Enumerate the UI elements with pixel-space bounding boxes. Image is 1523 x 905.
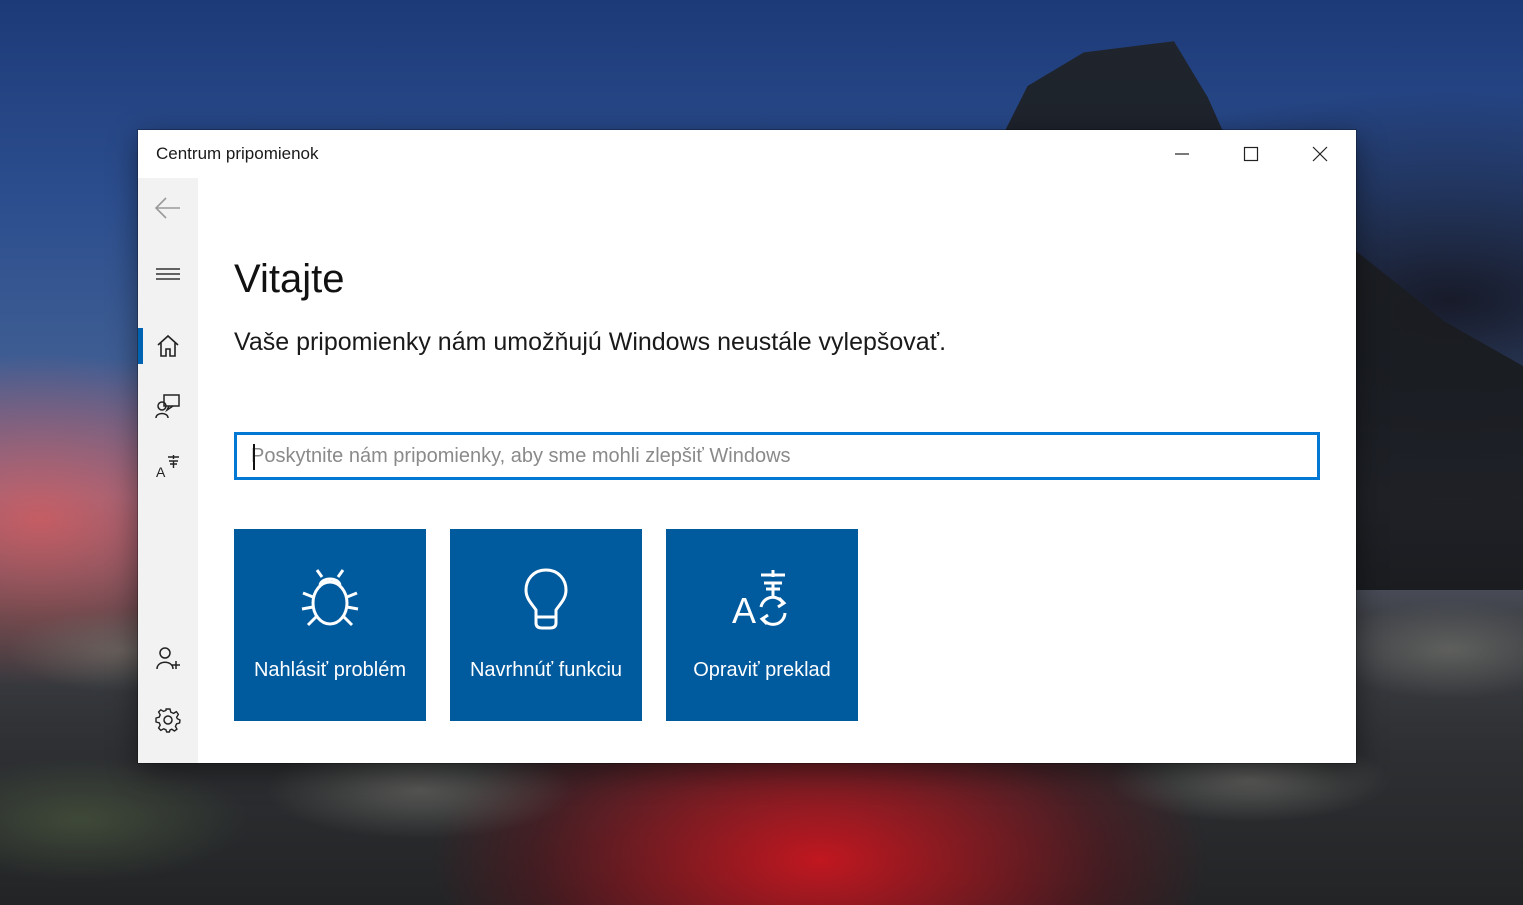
hamburger-icon — [156, 268, 180, 280]
bug-icon — [301, 569, 359, 627]
translate-icon: A — [732, 570, 787, 629]
maximize-button[interactable] — [1217, 130, 1285, 178]
lightbulb-icon — [524, 568, 568, 630]
window-title: Centrum pripomienok — [156, 144, 319, 163]
fix-translation-label: Opraviť preklad — [693, 659, 831, 681]
close-button[interactable] — [1286, 130, 1354, 178]
maximize-icon — [1243, 146, 1259, 162]
back-button[interactable] — [138, 184, 198, 232]
feedback-hub-window: Centrum pripomienok A Vitajte Vaše pripo… — [138, 130, 1356, 763]
feedback-search-box[interactable] — [234, 432, 1320, 480]
sidebar-item-home[interactable] — [138, 322, 198, 370]
sidebar-item-account[interactable] — [138, 634, 198, 682]
suggest-feature-label: Navrhnúť funkciu — [469, 659, 623, 681]
feedback-search-input[interactable] — [237, 435, 1311, 477]
feedback-icon — [155, 394, 180, 419]
navigation-sidebar: A — [138, 178, 198, 763]
sidebar-item-settings[interactable] — [138, 696, 198, 744]
hamburger-menu-button[interactable] — [138, 250, 198, 298]
minimize-button[interactable] — [1148, 130, 1216, 178]
title-bar: Centrum pripomienok — [138, 130, 1356, 178]
minimize-icon — [1175, 153, 1189, 155]
page-title: Vitajte — [234, 257, 345, 301]
close-icon — [1312, 146, 1328, 162]
home-icon — [157, 334, 179, 357]
svg-text:A: A — [732, 590, 756, 629]
fix-translation-tile[interactable]: A Opraviť preklad — [666, 529, 858, 721]
sidebar-item-translation[interactable]: A — [138, 442, 198, 490]
main-content: Vitajte Vaše pripomienky nám umožňujú Wi… — [234, 178, 1324, 763]
report-problem-label: Nahlásiť problém — [253, 659, 406, 681]
gear-icon — [155, 708, 181, 733]
translate-icon: A — [156, 455, 179, 479]
back-arrow-icon — [154, 197, 180, 219]
page-subtitle: Vaše pripomienky nám umožňujú Windows ne… — [234, 328, 947, 356]
svg-text:A: A — [156, 464, 166, 479]
suggest-feature-tile[interactable]: Navrhnúť funkciu — [450, 529, 642, 721]
add-user-icon — [156, 647, 180, 670]
report-problem-tile[interactable]: Nahlásiť problém — [234, 529, 426, 721]
sidebar-item-feedback[interactable] — [138, 382, 198, 430]
text-caret — [253, 444, 255, 470]
